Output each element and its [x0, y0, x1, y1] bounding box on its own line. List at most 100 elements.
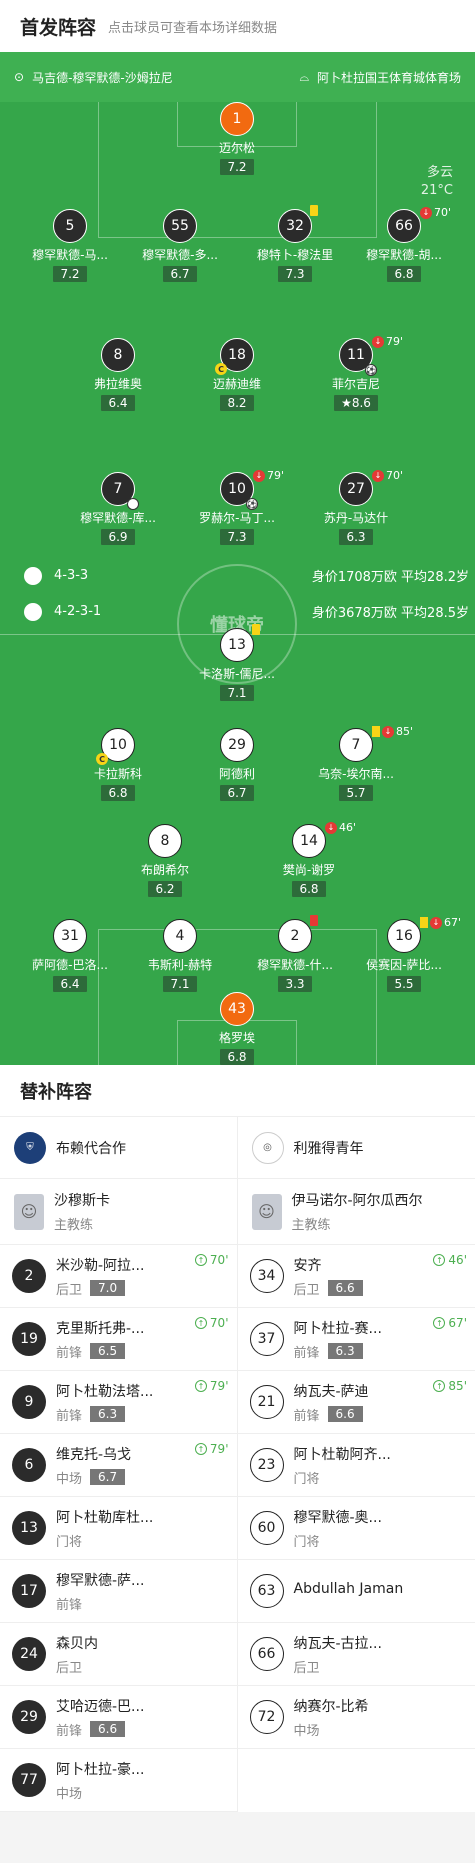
- sub-player-row[interactable]: 37 阿卜杜拉-赛... 前锋 6.3 ↑ 67': [237, 1308, 475, 1371]
- home-team-logo-icon: ⛨: [14, 1131, 46, 1164]
- sub-player-row[interactable]: 24 森贝内 后卫: [0, 1623, 237, 1686]
- goal-icon: ⚽: [246, 498, 258, 510]
- sub-in-minute: 70': [209, 1253, 229, 1267]
- sub-player-row[interactable]: 60 穆罕默德-奥... 门将: [237, 1497, 475, 1560]
- sub-player-row[interactable]: 29 艾哈迈德-巴... 前锋 6.6: [0, 1686, 237, 1749]
- player-home-rw[interactable]: 27 ↓ 70' 苏丹-马达什 6.3: [296, 469, 416, 545]
- sub-player-row[interactable]: 13 阿卜杜勒库杜... 门将: [0, 1497, 237, 1560]
- sub-player-rating: 7.0: [90, 1280, 126, 1296]
- player-rating: 7.3: [278, 266, 312, 282]
- sub-player-row[interactable]: 6 维克托-乌戈 中场 6.7 ↑ 79': [0, 1434, 237, 1497]
- sub-player-name: 纳瓦夫-古拉...: [293, 1635, 382, 1652]
- sub-player-name: 克里斯托弗-...: [56, 1320, 145, 1337]
- player-away-cb2[interactable]: 2 穆罕默德-什... 3.3: [235, 915, 355, 992]
- away-team-summary: ◎ 4-2-3-1 身价3678万欧 平均28.5岁: [24, 602, 469, 621]
- sub-player-position: 前锋: [56, 1408, 83, 1424]
- player-home-lb[interactable]: 5 穆罕默德-马... 7.2: [10, 209, 130, 282]
- player-name: 阿德利: [218, 767, 255, 781]
- player-number: 1: [220, 102, 254, 136]
- sub-player-position: 门将: [293, 1534, 320, 1550]
- match-info-bar: ⊙ 马吉德-穆罕默德-沙姆拉尼 ⌓ 阿卜杜拉国王体育城体育场: [0, 52, 475, 102]
- player-away-lb[interactable]: 31 萨阿德-巴洛... 6.4: [10, 919, 130, 992]
- sub-player-rating: 6.6: [327, 1406, 363, 1422]
- player-home-cb2[interactable]: 32 穆特卜-穆法里 7.3: [235, 205, 355, 282]
- player-name: 穆罕默德-胡...: [366, 248, 442, 262]
- player-name: 迈赫迪维: [212, 377, 261, 391]
- sub-player-row[interactable]: 66 纳瓦夫-古拉... 后卫: [237, 1623, 475, 1686]
- sub-player-rating: 6.3: [327, 1343, 363, 1359]
- player-away-cb1[interactable]: 4 韦斯利-赫特 7.1: [120, 919, 240, 992]
- player-home-st[interactable]: 10 ↓ 79' ⚽ 罗赫尔-马丁... 7.3: [177, 469, 297, 545]
- sub-player-position: 后卫: [293, 1282, 320, 1298]
- player-home-cm3[interactable]: 11 ↓ 79' ⚽ 菲尔吉尼 ★8.6: [296, 335, 416, 411]
- player-name: 萨阿德-巴洛...: [32, 958, 108, 972]
- sub-in-minute: 70': [209, 1316, 229, 1330]
- sub-minute: 70': [386, 469, 404, 482]
- sub-minute: 46': [339, 821, 357, 834]
- player-number: 10: [228, 481, 246, 497]
- star-icon: ★: [341, 396, 352, 410]
- sub-player-row[interactable]: 72 纳赛尔-比希 中场: [237, 1686, 475, 1749]
- player-number: 8: [101, 338, 135, 372]
- sub-player-name: Abdullah Jaman: [293, 1581, 404, 1597]
- sub-in-minute: 46': [448, 1253, 467, 1267]
- sub-player-row[interactable]: 23 阿卜杜勒阿齐... 门将: [237, 1434, 475, 1497]
- sub-player-number: 72: [249, 1700, 284, 1734]
- sub-in-minute: 85': [448, 1379, 467, 1393]
- player-away-rb[interactable]: 16 ↓ 67' 侯赛因-萨比... 5.5: [344, 916, 464, 992]
- sub-player-position: 后卫: [56, 1282, 83, 1298]
- sub-player-name: 艾哈迈德-巴...: [56, 1698, 145, 1715]
- player-away-am2[interactable]: 29 阿德利 6.7: [177, 728, 297, 801]
- player-away-am1[interactable]: 10 C 卡拉斯科 6.8: [58, 728, 178, 801]
- player-number: 43: [220, 992, 254, 1026]
- sub-player-name: 纳赛尔-比希: [293, 1698, 369, 1715]
- player-away-gk[interactable]: 43 格罗埃 6.8: [177, 992, 297, 1065]
- sub-out-icon: ↓: [382, 725, 394, 738]
- player-home-cb1[interactable]: 55 穆罕默德-多... 6.7: [120, 209, 240, 282]
- home-team-header[interactable]: ⛨ 布赖代合作: [0, 1117, 237, 1179]
- player-name: 韦斯利-赫特: [147, 958, 213, 972]
- player-away-st[interactable]: 13 卡洛斯-儒尼... 7.1: [177, 624, 297, 701]
- sub-player-row[interactable]: 9 阿卜杜勒法塔... 前锋 6.3 ↑ 79': [0, 1371, 237, 1434]
- sub-in-icon: ↑: [194, 1443, 207, 1455]
- sub-player-position: 后卫: [293, 1660, 320, 1676]
- player-rating: 7.2: [220, 159, 254, 175]
- sub-player-row[interactable]: 21 纳瓦夫-萨迪 前锋 6.6 ↑ 85': [237, 1371, 475, 1434]
- away-coach[interactable]: ☺ 伊马诺尔-阿尔瓜西尔 主教练: [237, 1179, 475, 1245]
- home-coach[interactable]: ☺ 沙穆斯卡 主教练: [0, 1179, 237, 1245]
- player-home-lw[interactable]: 7 ✓ 穆罕默德-库... 6.9: [58, 472, 178, 545]
- sub-player-row[interactable]: 77 阿卜杜拉-豪... 中场: [0, 1749, 237, 1812]
- player-number: 11: [347, 347, 365, 363]
- player-home-cm1[interactable]: 8 弗拉维奥 6.4: [58, 338, 178, 411]
- sub-player-number: 23: [249, 1448, 284, 1482]
- player-name: 格罗埃: [218, 1031, 255, 1045]
- sub-minute: 85': [396, 725, 414, 738]
- sub-player-name: 阿卜杜勒库杜...: [56, 1509, 154, 1526]
- player-away-dm1[interactable]: 8 布朗希尔 6.2: [105, 824, 225, 897]
- subs-columns: ⛨ 布赖代合作 ☺ 沙穆斯卡 主教练 2 米沙勒-阿拉... 后卫 7.0 ↑ 70' 19 克…: [0, 1117, 475, 1812]
- away-subs: ◎ 利雅得青年 ☺ 伊马诺尔-阿尔瓜西尔 主教练 34 安齐 后卫 6.6 ↑ 46' 37 阿…: [237, 1117, 475, 1812]
- yellow-card-icon: [310, 205, 318, 216]
- away-team-name: 利雅得青年: [293, 1140, 364, 1157]
- player-rating: 7.3: [220, 529, 254, 545]
- sub-player-number: 6: [12, 1448, 46, 1482]
- away-team-logo-icon: ◎: [251, 1131, 284, 1164]
- sub-player-row[interactable]: 34 安齐 后卫 6.6 ↑ 46': [237, 1245, 475, 1308]
- home-subs: ⛨ 布赖代合作 ☺ 沙穆斯卡 主教练 2 米沙勒-阿拉... 后卫 7.0 ↑ 70' 19 克…: [0, 1117, 238, 1812]
- sub-player-row[interactable]: 19 克里斯托弗-... 前锋 6.5 ↑ 70': [0, 1308, 237, 1371]
- player-home-rb[interactable]: 66 ↓ 70' 穆罕默德-胡... 6.8: [344, 206, 464, 282]
- player-rating: 6.8: [220, 1049, 254, 1065]
- sub-player-row[interactable]: 63 Abdullah Jaman: [237, 1560, 475, 1623]
- coach-avatar: ☺: [14, 1193, 44, 1230]
- player-home-cm2[interactable]: 18 C 迈赫迪维 8.2: [177, 338, 297, 411]
- sub-player-row[interactable]: 17 穆罕默德-萨... 前锋: [0, 1560, 237, 1623]
- sub-player-row[interactable]: 2 米沙勒-阿拉... 后卫 7.0 ↑ 70': [0, 1245, 237, 1308]
- player-rating: 6.4: [53, 976, 87, 992]
- sub-player-number: 19: [12, 1322, 46, 1356]
- away-team-header[interactable]: ◎ 利雅得青年: [237, 1117, 475, 1179]
- player-home-gk[interactable]: 1 迈尔松 7.2: [177, 102, 297, 175]
- player-name: 苏丹-马达什: [323, 511, 389, 525]
- page-header: 首发阵容 点击球员可查看本场详细数据: [0, 0, 475, 52]
- player-away-am3[interactable]: 7 ↓ 85' 乌奈-埃尔南... 5.7: [296, 725, 416, 801]
- player-away-dm2[interactable]: 14 ↓ 46' 樊尚-谢罗 6.8: [249, 821, 369, 897]
